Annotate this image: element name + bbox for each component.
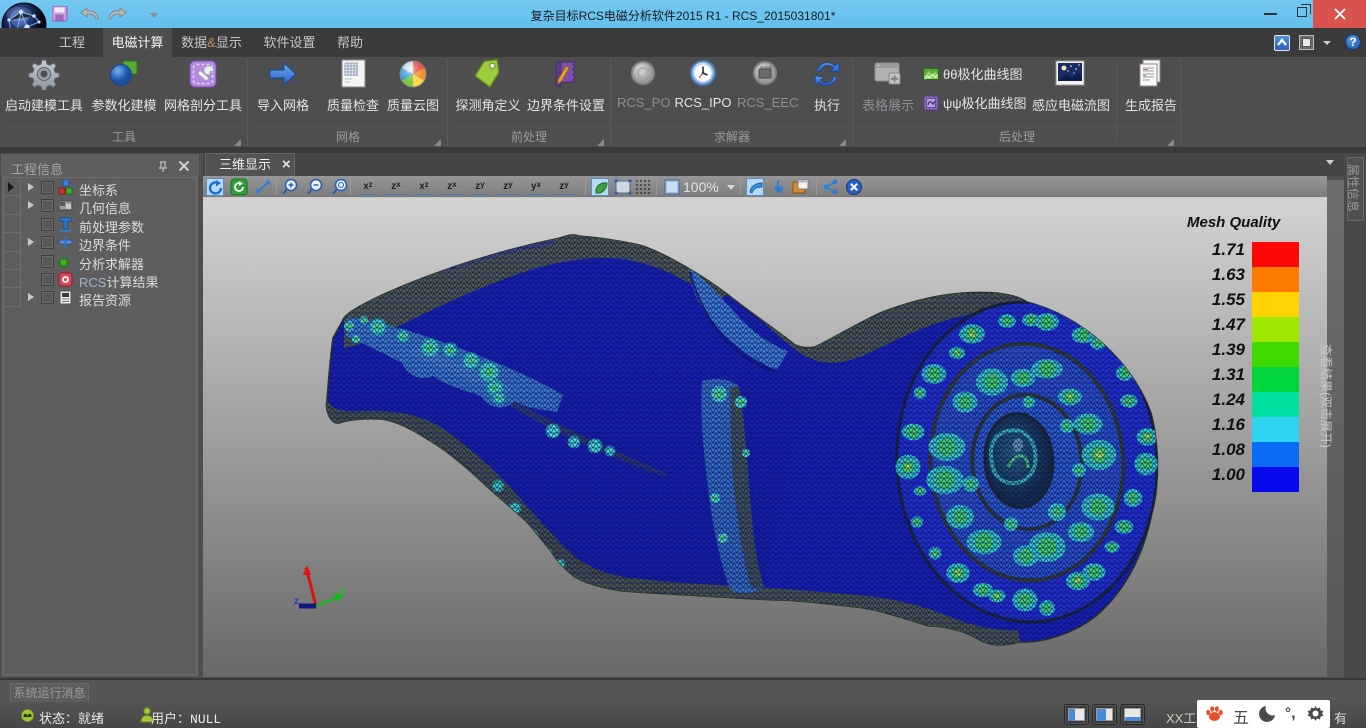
svg-text:x: x — [303, 565, 309, 576]
svg-text:z: z — [294, 596, 299, 607]
svg-text:y: y — [340, 585, 346, 596]
